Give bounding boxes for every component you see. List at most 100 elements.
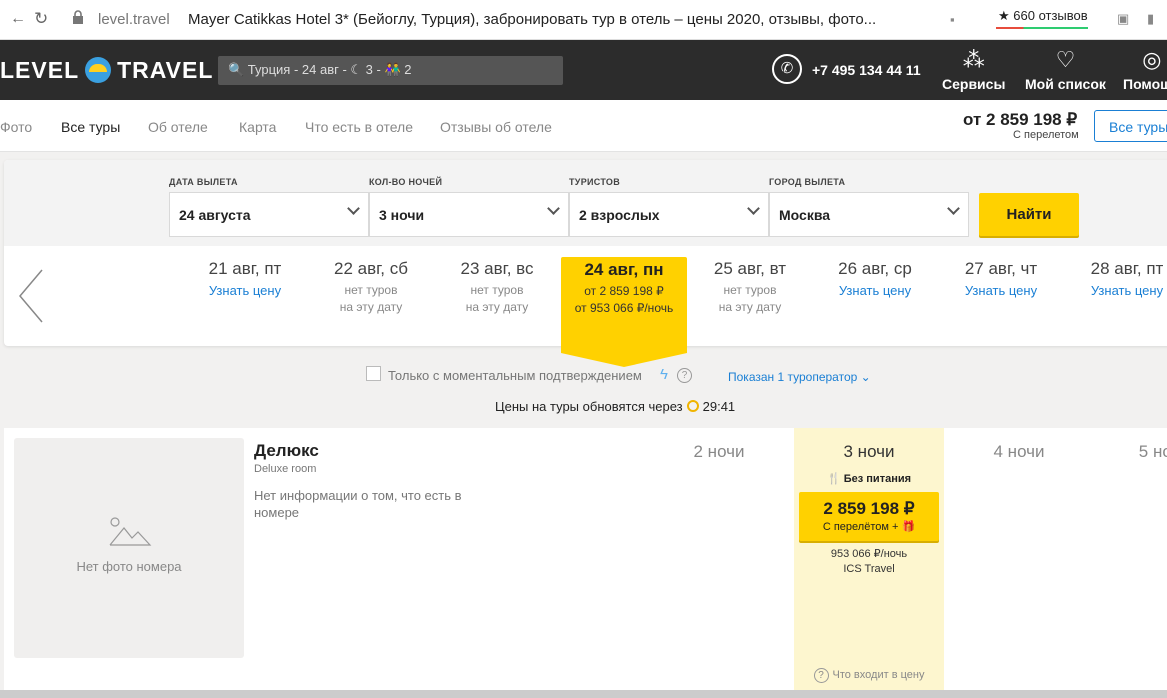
check-price-link[interactable]: Узнать цену (938, 282, 1064, 299)
date-cell[interactable]: 27 авг, чт Узнать цену (938, 256, 1064, 299)
book-price-button[interactable]: 2 859 198 ₽ С перелётом + 🎁 (799, 492, 939, 541)
reload-icon[interactable]: ↻ (34, 9, 48, 29)
nav-help-label: Помощь (1123, 76, 1167, 92)
reviews-extension[interactable]: ★ 660 отзывов (992, 8, 1094, 30)
find-button[interactable]: Найти (979, 193, 1079, 236)
phone-icon: ✆ (772, 54, 802, 84)
nights-option[interactable]: 4 ночи (944, 442, 1094, 462)
tour-price: 2 859 198 ₽ (823, 499, 915, 518)
tab-about-hotel[interactable]: Об отеле (148, 119, 208, 135)
filters-bar: Только с моментальным подтверждением ϟ ?… (0, 364, 1167, 428)
whats-included-link[interactable]: ? Что входит в цену (794, 668, 944, 683)
tab-map[interactable]: Карта (239, 119, 276, 135)
city-select[interactable]: Москва (769, 192, 969, 237)
date-cell[interactable]: 28 авг, пт Узнать цену (1064, 256, 1167, 299)
selected-nights-column: 3 ночи 🍴 Без питания 2 859 198 ₽ С перел… (794, 428, 944, 690)
no-tours-text: нет туров (723, 283, 777, 297)
reviews-count: ★ 660 отзывов (998, 8, 1088, 23)
tab-photo[interactable]: Фото (0, 119, 32, 135)
nav-services[interactable]: ⁂ Сервисы (942, 46, 1005, 92)
date-label: 25 авг, вт (713, 259, 787, 278)
date-label: 24 авг, пн (584, 260, 664, 279)
hotel-tabs: Фото Все туры Об отеле Карта Что есть в … (0, 100, 1167, 152)
room-card: Нет фото номера Делюкс Deluxe room Нет и… (4, 428, 1167, 690)
extension-icon[interactable]: ▣ (1117, 11, 1129, 27)
nav-my-list[interactable]: ♡ Мой список (1025, 46, 1106, 92)
tab-reviews[interactable]: Отзывы об отеле (440, 119, 552, 135)
check-price-link[interactable]: Узнать цену (1064, 282, 1167, 299)
meal-type: 🍴 Без питания (794, 472, 944, 485)
departure-date-select[interactable]: 24 августа (169, 192, 369, 237)
search-panel: ДАТА ВЫЛЕТА 24 августа КОЛ-ВО НОЧЕЙ 3 но… (4, 160, 1167, 367)
tab-amenities[interactable]: Что есть в отеле (305, 119, 413, 135)
date-cell: 22 авг, сб нет туров на эту дату (308, 256, 434, 316)
chat-icon[interactable]: ▪ (950, 12, 955, 27)
departure-date-value: 24 августа (179, 207, 251, 223)
services-grid-icon: ⁂ (962, 47, 985, 72)
bookmark-icon[interactable]: ▮ (1147, 11, 1154, 27)
city-label: ГОРОД ВЫЛЕТА (769, 177, 846, 187)
logo-text-level: LEVEL (0, 57, 80, 83)
check-price-link[interactable]: Узнать цену (182, 282, 308, 299)
operators-dropdown[interactable]: Показан 1 туроператор ⌄ (728, 370, 871, 384)
date-cell[interactable]: 26 авг, ср Узнать цену (812, 256, 938, 299)
room-description: Нет информации о том, что есть в номере (254, 488, 462, 520)
check-price-link[interactable]: Узнать цену (812, 282, 938, 299)
tour-operator: ICS Travel (843, 563, 895, 575)
nights-option[interactable]: 5 ночей (1094, 442, 1167, 462)
timer-text: Цены на туры обновятся через (495, 399, 683, 414)
logo[interactable]: LEVEL TRAVEL (0, 57, 213, 84)
nights-option[interactable]: 2 ночи (644, 442, 794, 462)
selected-nights: 3 ночи (843, 442, 895, 461)
date-label: 22 авг, сб (334, 259, 408, 278)
chevron-down-icon (747, 202, 760, 215)
date-price: от 2 859 198 ₽ (584, 284, 664, 298)
chevron-down-icon (347, 202, 360, 215)
nights-select[interactable]: 3 ночи (369, 192, 569, 237)
no-tours-text: на эту дату (339, 300, 403, 314)
help-icon[interactable]: ? (677, 368, 692, 383)
date-price-per-night: от 953 066 ₽/ночь (574, 301, 674, 315)
instant-confirm-checkbox[interactable] (366, 366, 381, 381)
lock-icon (72, 10, 84, 24)
nav-help[interactable]: ◎ Помощь (1123, 46, 1167, 92)
nights-label: КОЛ-ВО НОЧЕЙ (369, 177, 443, 187)
date-label: 23 авг, вс (460, 259, 534, 278)
room-name: Делюкс (254, 441, 319, 460)
nav-services-label: Сервисы (942, 76, 1006, 92)
heart-icon: ♡ (1055, 47, 1076, 72)
help-icon: ? (813, 668, 829, 683)
tourists-select[interactable]: 2 взрослых (569, 192, 769, 237)
meal-label: Без питания (843, 473, 912, 485)
prev-dates-arrow-icon[interactable] (18, 268, 44, 324)
header-search[interactable]: 🔍 Турция - 24 авг - ☾ 3 - 👫 2 (218, 56, 563, 85)
price-note: С перелётом + 🎁 (822, 521, 916, 533)
no-tours-text: на эту дату (465, 300, 529, 314)
phone-number: +7 495 134 44 11 (812, 62, 921, 78)
whats-included-label: Что входит в цену (832, 669, 925, 681)
no-photo-text: Нет фото номера (76, 559, 182, 574)
tourists-value: 2 взрослых (579, 207, 660, 223)
taskbar (0, 690, 1167, 698)
nights-value: 3 ночи (379, 207, 425, 223)
back-icon[interactable]: ← (10, 10, 26, 28)
nav-my-list-label: Мой список (1025, 76, 1106, 92)
tab-all-tours[interactable]: Все туры (61, 119, 120, 135)
date-cell: 25 авг, вт нет туров на эту дату (687, 256, 813, 316)
price-refresh-timer: Цены на туры обновятся через 29:41 (495, 399, 735, 414)
date-label: 21 авг, пт (208, 259, 282, 278)
instant-confirm-label[interactable]: Только с моментальным подтверждением (388, 368, 642, 383)
chevron-down-icon (547, 202, 560, 215)
timer-value: 29:41 (702, 399, 736, 414)
logo-text-travel: TRAVEL (117, 57, 214, 83)
date-cell-selected[interactable]: 24 авг, пн от 2 859 198 ₽ от 953 066 ₽/н… (561, 257, 687, 367)
min-price-note: С перелетом (1013, 129, 1079, 141)
fork-knife-icon: 🍴 (826, 473, 844, 485)
search-fields: ДАТА ВЫЛЕТА 24 августа КОЛ-ВО НОЧЕЙ 3 но… (4, 160, 1167, 246)
date-label: 27 авг, чт (964, 259, 1038, 278)
date-cell[interactable]: 21 авг, пт Узнать цену (182, 256, 308, 299)
all-tours-button[interactable]: Все туры (1094, 110, 1167, 142)
address-bar-url[interactable]: level.travel (98, 11, 170, 28)
lightning-icon: ϟ (660, 366, 668, 383)
date-label: 26 авг, ср (838, 259, 912, 278)
